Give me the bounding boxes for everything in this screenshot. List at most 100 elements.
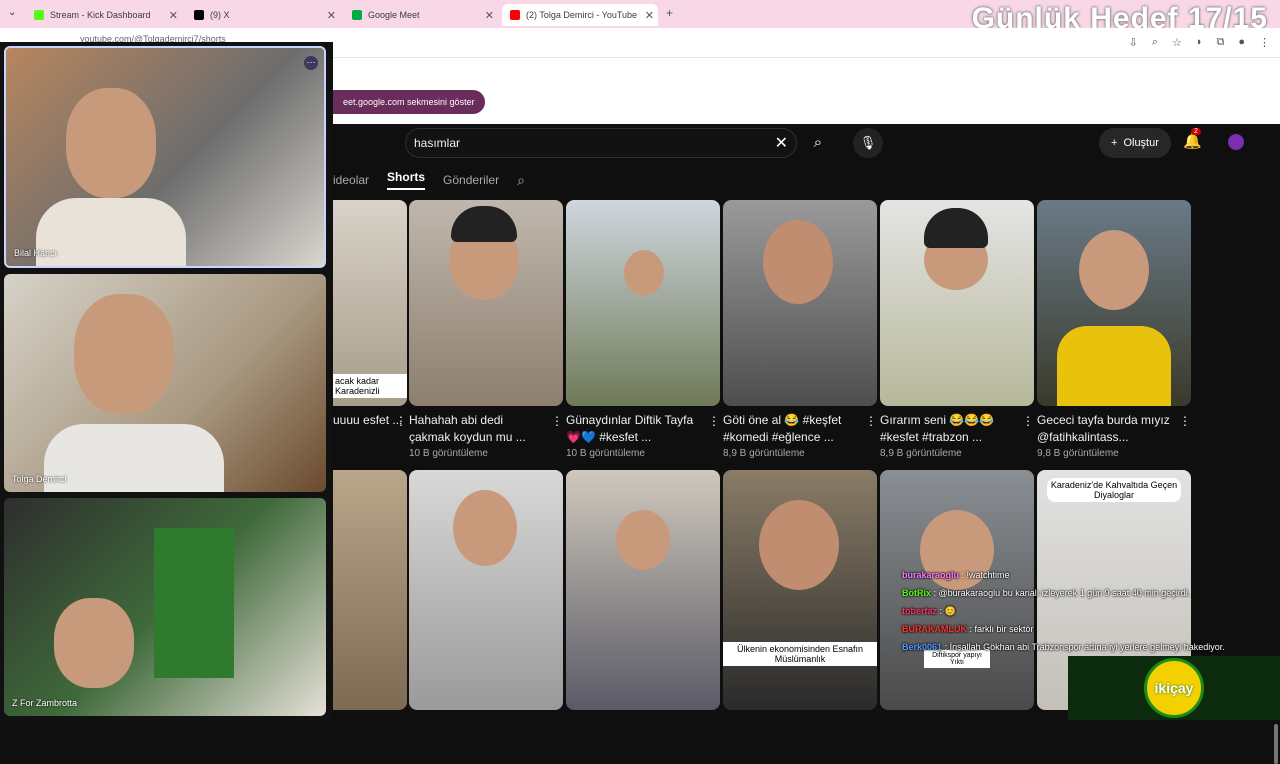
tab-label: Stream - Kick Dashboard bbox=[50, 10, 151, 20]
channel-search-icon[interactable]: ⌕ bbox=[517, 172, 525, 189]
browser-tab-youtube[interactable]: (2) Tolga Demirci - YouTube ✕ bbox=[502, 4, 658, 26]
more-icon[interactable]: ⋮ bbox=[708, 414, 720, 428]
short-title[interactable]: Günaydınlar Diftik Tayfa 💗💙 #kesfet ... bbox=[566, 412, 704, 448]
chat-user: burakaraoglu bbox=[902, 570, 960, 580]
tab-shorts[interactable]: Shorts bbox=[387, 170, 426, 190]
camera-panel: ⋯ Bilal Hancı Tolga Demirci Z For Zambro… bbox=[0, 42, 333, 720]
tab-videos[interactable]: ideolar bbox=[333, 173, 369, 187]
short-card[interactable]: Ülkenin ekonomisinden Esnafın Müslümanlı… bbox=[723, 470, 877, 710]
tab-label: Google Meet bbox=[368, 10, 420, 20]
puzzle-icon[interactable]: ⧉ bbox=[1216, 36, 1224, 49]
chat-user: toberfaz bbox=[902, 606, 938, 616]
short-title[interactable]: Gececi tayfa burda mıyız @fatihkalintass… bbox=[1037, 412, 1175, 448]
avatar[interactable] bbox=[1228, 134, 1244, 150]
new-tab-button[interactable]: + bbox=[666, 6, 673, 20]
thumb-caption: Karadeniz'de Kahvaltıda Geçen Diyaloglar bbox=[1047, 478, 1181, 502]
chat-text: : farklı bir sektör bbox=[969, 624, 1034, 634]
short-card[interactable]: Gırarım seni 😂😂😂 #kesfet #trabzon ... 8,… bbox=[880, 200, 1034, 459]
short-thumbnail[interactable] bbox=[566, 470, 720, 710]
more-options-icon[interactable]: ⋯ bbox=[304, 56, 318, 70]
profile-icon[interactable]: ● bbox=[1238, 36, 1245, 49]
camera-feed: ⋯ Bilal Hancı bbox=[4, 46, 326, 268]
view-count: 8,9 B görüntüleme bbox=[880, 448, 962, 459]
short-thumbnail[interactable] bbox=[880, 200, 1034, 406]
zoom-icon[interactable]: ⌕ bbox=[1152, 36, 1158, 49]
close-icon[interactable]: ✕ bbox=[169, 9, 178, 22]
view-count: 8,9 B görüntüleme bbox=[723, 448, 805, 459]
chat-text: : İnşallah Gökhan abi Trabzonspor adına … bbox=[944, 642, 1225, 652]
short-card[interactable]: Göti öne al 😂 #keşfet #komedi #eğlence .… bbox=[723, 200, 877, 459]
search-box[interactable]: hasımlar ✕ bbox=[405, 128, 797, 158]
tab-posts[interactable]: Gönderiler bbox=[443, 173, 499, 187]
short-thumbnail[interactable]: Ülkenin ekonomisinden Esnafın Müslümanlı… bbox=[723, 470, 877, 710]
tab-label: (2) Tolga Demirci - YouTube bbox=[526, 10, 638, 20]
more-icon[interactable]: ⋮ bbox=[395, 414, 407, 428]
tab-label: (9) X bbox=[210, 10, 230, 20]
chat-user: BURAKAMLUK bbox=[902, 624, 967, 634]
thumb-caption: Ülkenin ekonomisinden Esnafın Müslümanlı… bbox=[723, 642, 877, 666]
view-count: 10 B görüntüleme bbox=[409, 448, 488, 459]
chat-user: BotRix bbox=[902, 588, 931, 598]
camera-feed: Z For Zambrotta bbox=[4, 498, 326, 716]
short-card[interactable]: Günaydınlar Diftik Tayfa 💗💙 #kesfet ... … bbox=[566, 200, 720, 459]
sponsor-logo: ikiçay bbox=[1068, 656, 1280, 720]
browser-tab-meet[interactable]: Google Meet ✕ bbox=[344, 4, 498, 26]
youtube-icon bbox=[510, 10, 520, 20]
extension-icon[interactable]: ◗ bbox=[1196, 36, 1203, 49]
browser-tab-x[interactable]: (9) X ✕ bbox=[186, 4, 340, 26]
participant-name: Tolga Demirci bbox=[12, 474, 67, 484]
participant-name: Z For Zambrotta bbox=[12, 698, 78, 708]
short-card[interactable]: Gececi tayfa burda mıyız @fatihkalintass… bbox=[1037, 200, 1191, 459]
short-thumbnail[interactable] bbox=[566, 200, 720, 406]
short-title[interactable]: Gırarım seni 😂😂😂 #kesfet #trabzon ... bbox=[880, 412, 1018, 448]
close-icon[interactable]: ✕ bbox=[645, 9, 654, 22]
browser-tab-kick[interactable]: Stream - Kick Dashboard ✕ bbox=[26, 4, 182, 26]
chat-user: Berk0061 bbox=[902, 642, 943, 652]
search-icon[interactable]: ⌕ bbox=[803, 128, 833, 158]
search-input[interactable]: hasımlar bbox=[414, 136, 460, 150]
create-button[interactable]: + Oluştur bbox=[1099, 128, 1171, 158]
short-thumbnail[interactable] bbox=[723, 200, 877, 406]
tab-list-icon[interactable]: ⌄ bbox=[8, 7, 16, 18]
sponsor-label: ikiçay bbox=[1144, 658, 1204, 718]
browser-toolbar: ⇩ ⌕ ☆ ◗ ⧉ ● ⋮ bbox=[1129, 36, 1270, 49]
short-thumbnail[interactable] bbox=[409, 200, 563, 406]
view-count: 9,8 B görüntüleme bbox=[1037, 448, 1119, 459]
short-title[interactable]: uuuu esfet ... bbox=[333, 412, 403, 448]
menu-icon[interactable]: ⋮ bbox=[1259, 36, 1270, 49]
plus-icon: + bbox=[1111, 137, 1118, 149]
close-icon[interactable]: ✕ bbox=[327, 9, 336, 22]
thumb-caption: acak kadar Karadenizli bbox=[333, 374, 407, 398]
more-icon[interactable]: ⋮ bbox=[1179, 414, 1191, 428]
short-card[interactable] bbox=[409, 470, 563, 710]
scrollbar[interactable] bbox=[1274, 724, 1278, 764]
close-icon[interactable]: ✕ bbox=[485, 9, 494, 22]
chat-message: BotRix : @burakaraoglu bu kanalı izleyer… bbox=[902, 584, 1278, 602]
short-title[interactable]: Hahahah abi dedi çakmak koydun mu ... bbox=[409, 412, 547, 448]
more-icon[interactable]: ⋮ bbox=[551, 414, 563, 428]
channel-tabs: ideolar Shorts Gönderiler ⌕ bbox=[333, 170, 525, 190]
notification-badge: 2 bbox=[1191, 128, 1201, 135]
short-thumbnail[interactable] bbox=[409, 470, 563, 710]
x-icon bbox=[194, 10, 204, 20]
meet-icon bbox=[352, 10, 362, 20]
participant-name: Bilal Hancı bbox=[14, 248, 58, 258]
short-card[interactable]: Hahahah abi dedi çakmak koydun mu ... 10… bbox=[409, 200, 563, 459]
notifications-icon[interactable]: 🔔 2 bbox=[1183, 128, 1202, 150]
short-card[interactable] bbox=[566, 470, 720, 710]
chat-text: : 😊 bbox=[939, 606, 956, 616]
chat-text: : !watchtime bbox=[961, 570, 1010, 580]
short-title[interactable]: Göti öne al 😂 #keşfet #komedi #eğlence .… bbox=[723, 412, 861, 448]
create-label: Oluştur bbox=[1123, 137, 1159, 149]
chat-message: BURAKAMLUK : farklı bir sektör bbox=[902, 620, 1278, 638]
bookmark-star-icon[interactable]: ☆ bbox=[1172, 36, 1182, 49]
stream-chat-overlay: burakaraoglu : !watchtime BotRix : @bura… bbox=[902, 566, 1278, 656]
short-thumbnail[interactable] bbox=[1037, 200, 1191, 406]
install-icon[interactable]: ⇩ bbox=[1129, 36, 1138, 49]
camera-feed: Tolga Demirci bbox=[4, 274, 326, 492]
more-icon[interactable]: ⋮ bbox=[865, 414, 877, 428]
mic-icon[interactable]: 🎙 bbox=[853, 128, 883, 158]
clear-search-icon[interactable]: ✕ bbox=[775, 133, 788, 153]
meet-tab-pill[interactable]: eet.google.com sekmesini göster bbox=[333, 90, 485, 114]
more-icon[interactable]: ⋮ bbox=[1022, 414, 1034, 428]
